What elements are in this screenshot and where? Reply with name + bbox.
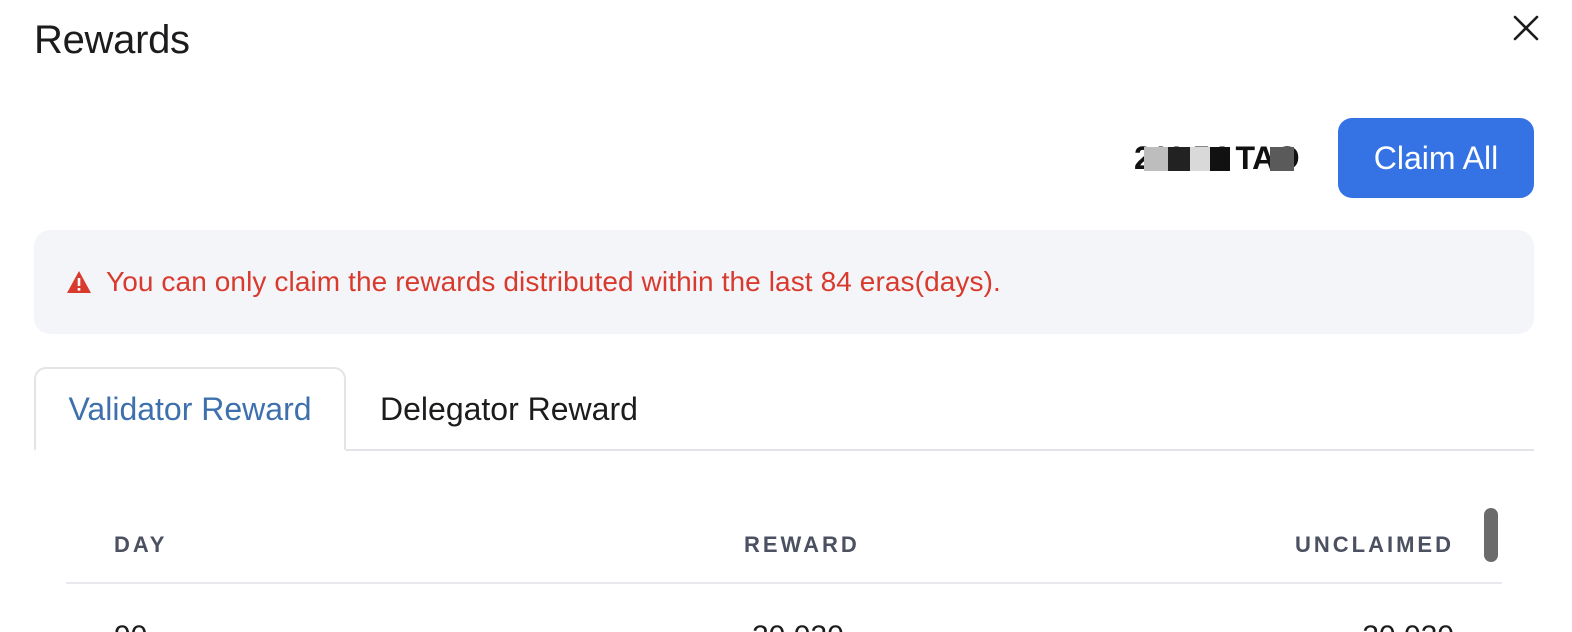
table-scrollbar[interactable]	[1484, 508, 1498, 562]
redaction-mask	[1168, 147, 1190, 171]
close-button[interactable]	[1506, 8, 1546, 48]
cell-reward: 20.020	[752, 620, 844, 632]
redaction-mask	[1270, 147, 1294, 171]
redaction-mask	[1210, 147, 1230, 171]
table-header: DAY REWARD UNCLAIMED	[66, 522, 1502, 584]
column-header-unclaimed: UNCLAIMED	[1295, 532, 1454, 557]
eras-warning-alert: You can only claim the rewards distribut…	[34, 230, 1534, 334]
reward-balance: 211.54 TAO	[1134, 138, 1300, 178]
claim-all-button[interactable]: Claim All	[1338, 118, 1534, 198]
dialog-title: Rewards	[34, 18, 190, 62]
table-row: 90 20.020 20.020	[66, 612, 1502, 632]
column-header-day: DAY	[114, 532, 168, 557]
reward-tabs: Validator Reward Delegator Reward	[34, 367, 1534, 451]
warning-icon	[66, 270, 92, 294]
alert-message: You can only claim the rewards distribut…	[106, 266, 1001, 297]
cell-unclaimed: 20.020	[1362, 620, 1454, 632]
column-header-reward: REWARD	[744, 532, 860, 557]
tab-delegator-reward[interactable]: Delegator Reward	[380, 367, 638, 451]
close-icon	[1513, 15, 1539, 41]
tab-validator-reward[interactable]: Validator Reward	[34, 367, 346, 451]
cell-day: 90	[114, 620, 147, 632]
